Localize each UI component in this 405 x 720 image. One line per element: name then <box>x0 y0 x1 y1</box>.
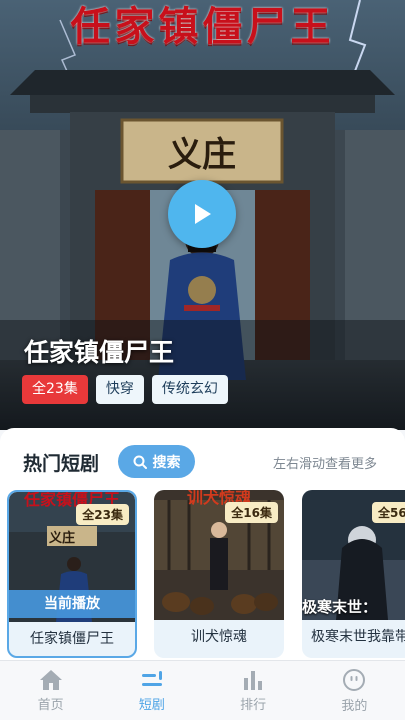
episode-badge: 全23集 <box>76 504 129 525</box>
genre-tag[interactable]: 传统玄幻 <box>151 375 228 404</box>
profile-icon <box>343 668 366 691</box>
drama-card-title: 任家镇僵尸王 <box>30 631 114 647</box>
bottom-nav: 首页 短剧 排行 我的 <box>0 660 405 720</box>
genre-tag[interactable]: 快穿 <box>95 375 144 404</box>
gate-plaque-text: 义庄 <box>168 135 236 175</box>
nav-label: 排行 <box>240 697 267 713</box>
hero-banner[interactable]: 义庄 任家镇僵尸王 任家镇僵尸王 全23集 快穿 传统玄幻 <box>0 0 405 430</box>
drama-card-title: 极寒末世我靠带 <box>311 629 405 645</box>
home-icon <box>39 669 62 690</box>
drama-icon <box>141 670 162 686</box>
episode-badge: 全56 <box>372 502 405 523</box>
hero-drama-title: 任家镇僵尸王 <box>24 338 175 367</box>
now-playing-overlay: 当前播放 <box>9 590 135 618</box>
play-icon <box>195 204 211 224</box>
cover-title-art: 极寒末世： <box>302 598 378 616</box>
hot-dramas-section: 热门短剧 搜索 左右滑动查看更多 任家镇僵尸王 义庄 全23集 当前播放 任家镇… <box>0 428 405 660</box>
nav-item-profile[interactable]: 我的 <box>304 661 405 720</box>
search-icon <box>133 455 147 469</box>
drama-card-title: 训犬惊魂 <box>191 629 247 645</box>
nav-item-drama[interactable]: 短剧 <box>101 661 202 720</box>
nav-label: 我的 <box>341 698 368 714</box>
drama-card[interactable]: 极寒末世： 全56 极寒末世我靠带 <box>302 490 405 658</box>
poster-title-art: 任家镇僵尸王 <box>70 3 335 50</box>
play-button[interactable] <box>168 180 236 248</box>
search-button-label: 搜索 <box>152 454 181 471</box>
cover-plaque-text: 义庄 <box>49 531 76 546</box>
chart-icon <box>244 670 263 690</box>
drama-carousel[interactable]: 任家镇僵尸王 义庄 全23集 当前播放 任家镇僵尸王 训犬惊魂 全16集 训犬惊… <box>0 490 405 660</box>
search-button[interactable]: 搜索 <box>118 445 195 478</box>
swipe-hint: 左右滑动查看更多 <box>273 457 378 472</box>
episode-count-tag: 全23集 <box>22 375 88 404</box>
episode-badge: 全16集 <box>225 502 278 523</box>
drama-card[interactable]: 训犬惊魂 全16集 训犬惊魂 <box>154 490 284 658</box>
nav-item-home[interactable]: 首页 <box>0 661 101 720</box>
nav-label: 短剧 <box>138 697 165 713</box>
drama-card[interactable]: 任家镇僵尸王 义庄 全23集 当前播放 任家镇僵尸王 <box>7 490 137 658</box>
section-title: 热门短剧 <box>23 453 100 475</box>
hero-tags: 全23集 快穿 传统玄幻 <box>22 375 228 404</box>
nav-item-ranking[interactable]: 排行 <box>203 661 304 720</box>
nav-label: 首页 <box>37 697 64 713</box>
